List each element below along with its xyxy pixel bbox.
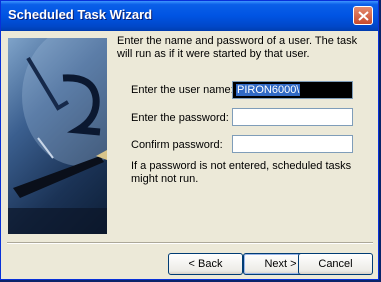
user-name-value: PIRON6000\	[236, 84, 301, 96]
window-title: Scheduled Task Wizard	[8, 7, 153, 22]
password-note: If a password is not entered, scheduled …	[131, 160, 352, 185]
confirm-password-label: Confirm password:	[131, 139, 223, 151]
cancel-button[interactable]: Cancel	[298, 253, 373, 275]
user-name-label: Enter the user name:	[131, 84, 234, 96]
title-bar[interactable]: Scheduled Task Wizard	[1, 1, 378, 31]
close-button[interactable]	[353, 6, 373, 25]
close-icon	[358, 11, 369, 21]
password-input[interactable]	[232, 108, 353, 126]
intro-text: Enter the name and password of a user. T…	[117, 35, 358, 60]
wizard-illustration	[8, 38, 107, 234]
footer-divider	[7, 242, 373, 244]
clock-and-pen-illustration	[8, 38, 107, 234]
confirm-password-input[interactable]	[232, 135, 353, 153]
wizard-window: Scheduled Task Wizard Enter the name and…	[0, 0, 379, 280]
password-label: Enter the password:	[131, 112, 229, 124]
back-button[interactable]: < Back	[168, 253, 243, 275]
user-name-input[interactable]: PIRON6000\	[232, 81, 353, 99]
